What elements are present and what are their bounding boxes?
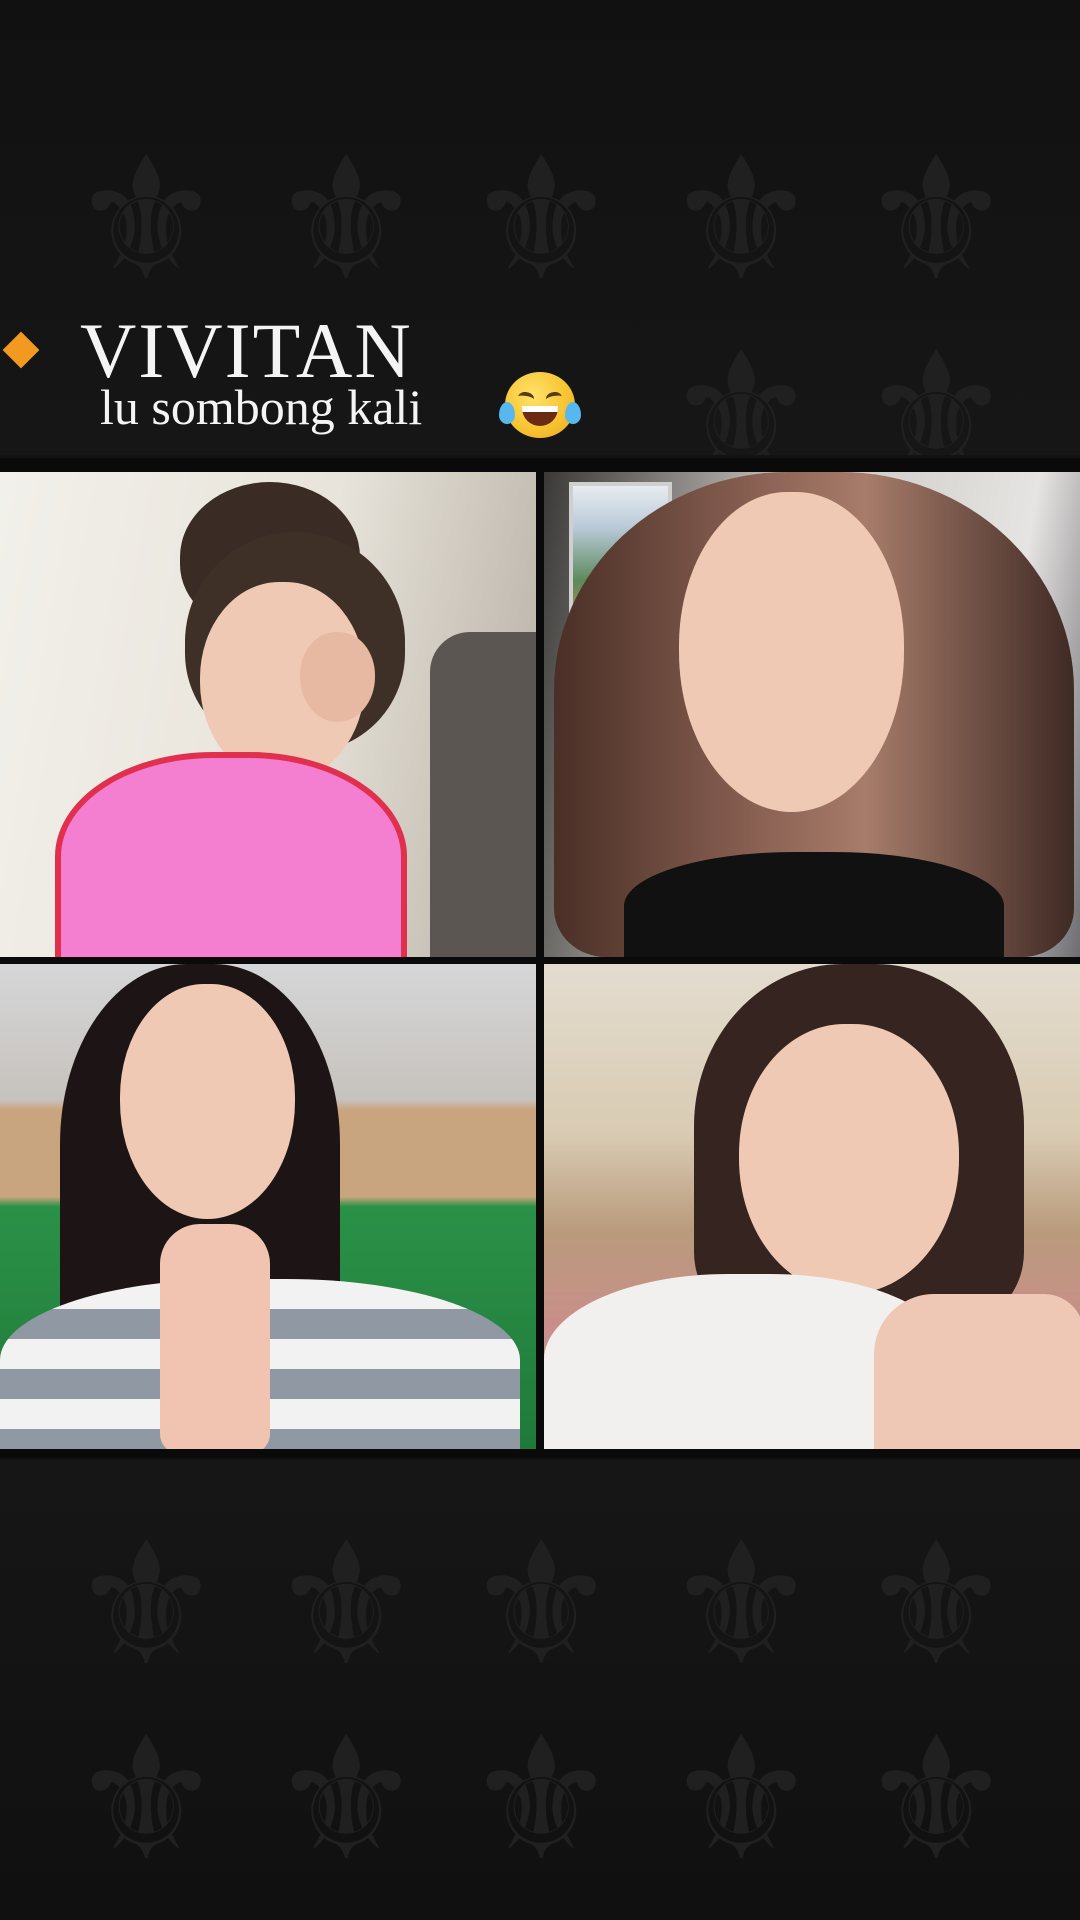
tears-of-joy-emoji-icon (499, 372, 581, 438)
fleur-de-lis-icon: ⚜ (860, 1701, 1013, 1899)
fleur-de-lis-icon: ⚜ (665, 121, 818, 319)
fleur-de-lis-icon: ⚜ (665, 316, 818, 455)
fleur-de-lis-icon: ⚜ (465, 1506, 618, 1704)
fleur-de-lis-icon: ⚜ (465, 1701, 618, 1899)
fleur-de-lis-icon: ⚜ (270, 121, 423, 319)
person-shirt (55, 752, 407, 957)
fleur-de-lis-icon: ⚜ (860, 1506, 1013, 1704)
fleur-de-lis-icon: ⚜ (270, 1506, 423, 1704)
fleur-de-lis-icon: ⚜ (860, 121, 1013, 319)
video-tile-bottom-left[interactable] (0, 964, 536, 1449)
video-call-grid (0, 458, 1080, 1458)
fleur-de-lis-icon: ⚜ (860, 316, 1013, 455)
comment-message: lu sombong kali (100, 379, 423, 435)
fleur-de-lis-icon: ⚜ (465, 121, 618, 319)
bottom-background: ⚜ ⚜ ⚜ ⚜ ⚜ ⚜ ⚜ ⚜ ⚜ ⚜ (0, 1460, 1080, 1920)
fleur-de-lis-icon: ⚜ (70, 1506, 223, 1704)
video-tile-top-right[interactable] (544, 472, 1080, 957)
fleur-de-lis-icon: ⚜ (70, 1701, 223, 1899)
person-shirt (624, 852, 1004, 957)
fleur-de-lis-icon: ⚜ (665, 1701, 818, 1899)
video-tile-top-left[interactable] (0, 472, 536, 957)
video-tile-bottom-right[interactable] (544, 964, 1080, 1449)
fleur-de-lis-icon: ⚜ (270, 1701, 423, 1899)
fleur-de-lis-icon: ⚜ (665, 1506, 818, 1704)
fleur-de-lis-icon: ⚜ (70, 121, 223, 319)
